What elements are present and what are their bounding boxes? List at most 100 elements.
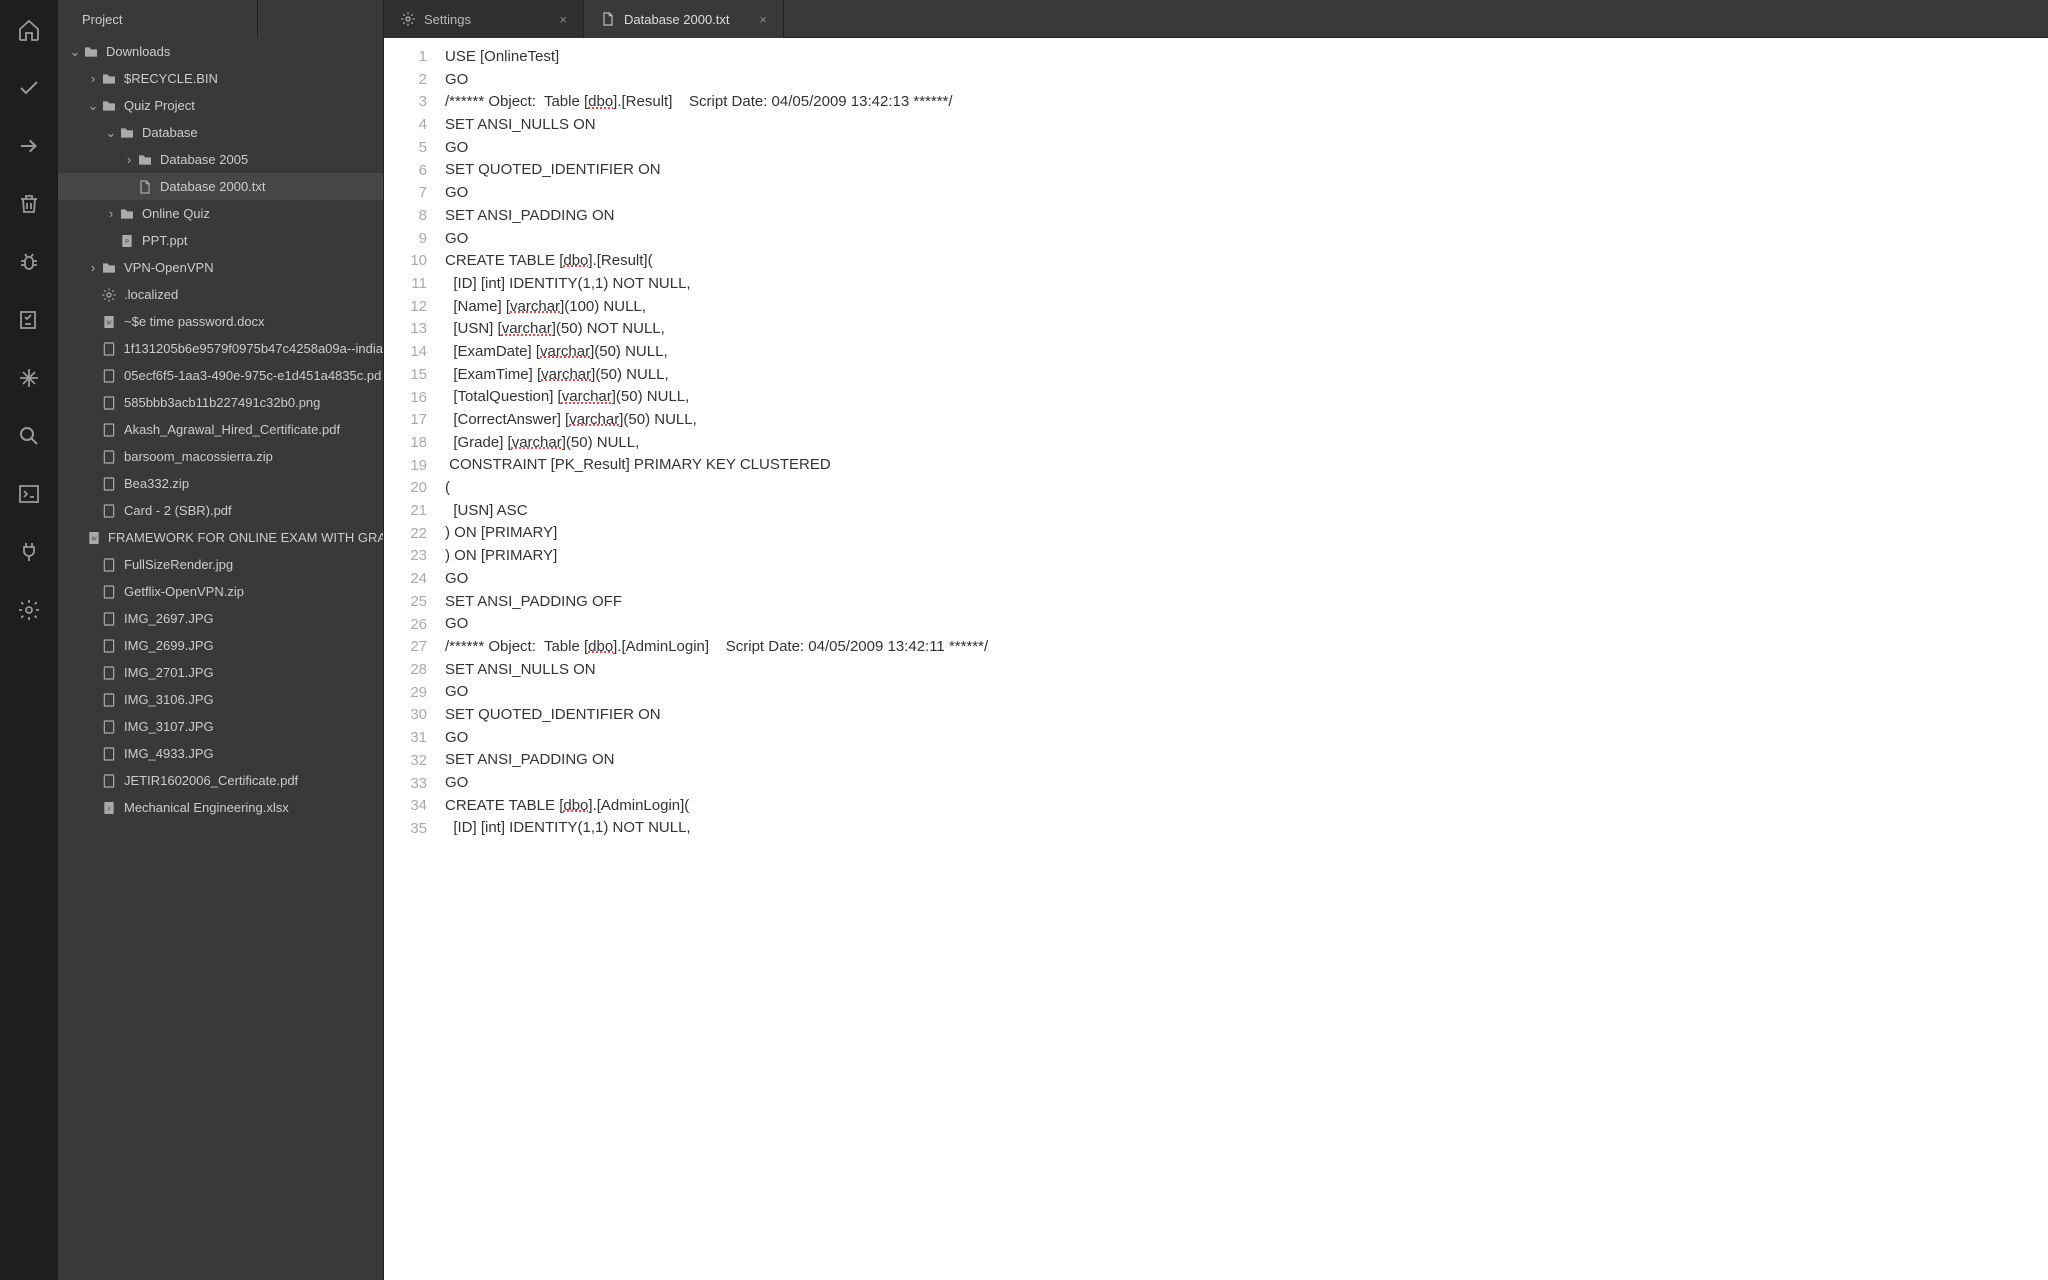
- gear-icon[interactable]: [17, 598, 41, 622]
- tree-item[interactable]: W~$e time password.docx: [58, 308, 383, 335]
- code-line[interactable]: [USN] [varchar](50) NOT NULL,: [445, 318, 988, 341]
- tree-item[interactable]: IMG_2701.JPG: [58, 659, 383, 686]
- tree-item[interactable]: WFRAMEWORK FOR ONLINE EXAM WITH GRAP: [58, 524, 383, 551]
- tree-item[interactable]: Akash_Agrawal_Hired_Certificate.pdf: [58, 416, 383, 443]
- tree-item[interactable]: Getflix-OpenVPN.zip: [58, 578, 383, 605]
- tree-item[interactable]: 585bbb3acb11b227491c32b0.png: [58, 389, 383, 416]
- code-line[interactable]: SET QUOTED_IDENTIFIER ON: [445, 704, 988, 727]
- tree-item[interactable]: Bea332.zip: [58, 470, 383, 497]
- chevron-icon[interactable]: ›: [86, 260, 100, 275]
- code-line[interactable]: [TotalQuestion] [varchar](50) NULL,: [445, 386, 988, 409]
- line-number: 3: [384, 91, 427, 114]
- code-line[interactable]: ) ON [PRIMARY]: [445, 545, 988, 568]
- home-icon[interactable]: [17, 18, 41, 42]
- chevron-icon[interactable]: ›: [86, 71, 100, 86]
- code-line[interactable]: SET ANSI_PADDING ON: [445, 205, 988, 228]
- trash-icon[interactable]: [17, 192, 41, 216]
- code-line[interactable]: CREATE TABLE [dbo].[AdminLogin](: [445, 795, 988, 818]
- code-line[interactable]: SET ANSI_NULLS ON: [445, 114, 988, 137]
- code-line[interactable]: GO: [445, 772, 988, 795]
- line-number: 9: [384, 228, 427, 251]
- line-number: 32: [384, 750, 427, 773]
- tree-item[interactable]: Database 2000.txt: [58, 173, 383, 200]
- sidebar-tab-project[interactable]: Project: [58, 0, 258, 38]
- chevron-icon[interactable]: ⌄: [104, 125, 118, 141]
- code-line[interactable]: [CorrectAnswer] [varchar](50) NULL,: [445, 409, 988, 432]
- tree-item[interactable]: barsoom_macossierra.zip: [58, 443, 383, 470]
- terminal-icon[interactable]: [17, 482, 41, 506]
- code-line[interactable]: [ID] [int] IDENTITY(1,1) NOT NULL,: [445, 273, 988, 296]
- code-content[interactable]: USE [OnlineTest]GO/****** Object: Table …: [439, 38, 988, 1280]
- tree-item[interactable]: 1f131205b6e9579f0975b47c4258a09a--india: [58, 335, 383, 362]
- line-number: 10: [384, 250, 427, 273]
- pdf-icon: [100, 691, 118, 709]
- code-line[interactable]: GO: [445, 568, 988, 591]
- arrow-icon[interactable]: [17, 134, 41, 158]
- code-line[interactable]: USE [OnlineTest]: [445, 46, 988, 69]
- code-line[interactable]: (: [445, 477, 988, 500]
- chevron-icon[interactable]: ⌄: [86, 98, 100, 114]
- tree-item[interactable]: IMG_2699.JPG: [58, 632, 383, 659]
- code-line[interactable]: SET ANSI_PADDING OFF: [445, 591, 988, 614]
- tree-item[interactable]: 05ecf6f5-1aa3-490e-975c-e1d451a4835c.pd: [58, 362, 383, 389]
- folder-icon: [100, 97, 118, 115]
- chevron-icon[interactable]: ⌄: [68, 44, 82, 60]
- file-tree[interactable]: ⌄Downloads›$RECYCLE.BIN⌄Quiz Project⌄Dat…: [58, 38, 383, 1280]
- tree-item[interactable]: ⌄Quiz Project: [58, 92, 383, 119]
- tree-item[interactable]: FullSizeRender.jpg: [58, 551, 383, 578]
- tree-item-label: FullSizeRender.jpg: [124, 557, 233, 572]
- plug-icon[interactable]: [17, 540, 41, 564]
- code-line[interactable]: /****** Object: Table [dbo].[AdminLogin]…: [445, 636, 988, 659]
- code-line[interactable]: GO: [445, 182, 988, 205]
- code-line[interactable]: [USN] ASC: [445, 500, 988, 523]
- code-line[interactable]: ) ON [PRIMARY]: [445, 522, 988, 545]
- code-line[interactable]: /****** Object: Table [dbo].[Result] Scr…: [445, 91, 988, 114]
- code-line[interactable]: SET QUOTED_IDENTIFIER ON: [445, 159, 988, 182]
- tree-item[interactable]: ›Online Quiz: [58, 200, 383, 227]
- tree-item[interactable]: ⌄Database: [58, 119, 383, 146]
- code-line[interactable]: [ID] [int] IDENTITY(1,1) NOT NULL,: [445, 817, 988, 840]
- tree-item[interactable]: .localized: [58, 281, 383, 308]
- tree-item[interactable]: IMG_4933.JPG: [58, 740, 383, 767]
- tree-item[interactable]: IMG_3107.JPG: [58, 713, 383, 740]
- code-line[interactable]: GO: [445, 228, 988, 251]
- code-line[interactable]: [Name] [varchar](100) NULL,: [445, 296, 988, 319]
- todo-icon[interactable]: [17, 308, 41, 332]
- tree-item[interactable]: IMG_2697.JPG: [58, 605, 383, 632]
- code-line[interactable]: GO: [445, 137, 988, 160]
- code-line[interactable]: CREATE TABLE [dbo].[Result](: [445, 250, 988, 273]
- code-line[interactable]: [ExamDate] [varchar](50) NULL,: [445, 341, 988, 364]
- tree-item[interactable]: Card - 2 (SBR).pdf: [58, 497, 383, 524]
- close-icon[interactable]: ×: [559, 12, 567, 27]
- file-icon: [600, 11, 616, 27]
- code-line[interactable]: SET ANSI_PADDING ON: [445, 749, 988, 772]
- tree-item[interactable]: IMG_3106.JPG: [58, 686, 383, 713]
- tree-item[interactable]: XMechanical Engineering.xlsx: [58, 794, 383, 821]
- chevron-icon[interactable]: ›: [122, 152, 136, 167]
- code-line[interactable]: GO: [445, 681, 988, 704]
- tree-item[interactable]: ›$RECYCLE.BIN: [58, 65, 383, 92]
- tree-item[interactable]: ⌄Downloads: [58, 38, 383, 65]
- tree-item-label: Database 2000.txt: [160, 179, 266, 194]
- code-line[interactable]: GO: [445, 727, 988, 750]
- line-number: 30: [384, 704, 427, 727]
- tree-item[interactable]: JETIR1602006_Certificate.pdf: [58, 767, 383, 794]
- tree-item[interactable]: ›Database 2005: [58, 146, 383, 173]
- bug-icon[interactable]: [17, 250, 41, 274]
- tab-settings[interactable]: Settings×: [384, 0, 584, 38]
- code-line[interactable]: CONSTRAINT [PK_Result] PRIMARY KEY CLUST…: [445, 454, 988, 477]
- extensions-icon[interactable]: [17, 366, 41, 390]
- code-line[interactable]: SET ANSI_NULLS ON: [445, 659, 988, 682]
- close-icon[interactable]: ×: [759, 12, 767, 27]
- code-line[interactable]: [Grade] [varchar](50) NULL,: [445, 432, 988, 455]
- editor[interactable]: 1234567891011121314151617181920212223242…: [384, 38, 2048, 1280]
- check-icon[interactable]: [17, 76, 41, 100]
- search-icon[interactable]: [17, 424, 41, 448]
- tree-item[interactable]: ›VPN-OpenVPN: [58, 254, 383, 281]
- chevron-icon[interactable]: ›: [104, 206, 118, 221]
- code-line[interactable]: GO: [445, 613, 988, 636]
- tab-database-2000-txt[interactable]: Database 2000.txt×: [584, 0, 784, 38]
- code-line[interactable]: GO: [445, 69, 988, 92]
- code-line[interactable]: [ExamTime] [varchar](50) NULL,: [445, 364, 988, 387]
- tree-item[interactable]: PPPT.ppt: [58, 227, 383, 254]
